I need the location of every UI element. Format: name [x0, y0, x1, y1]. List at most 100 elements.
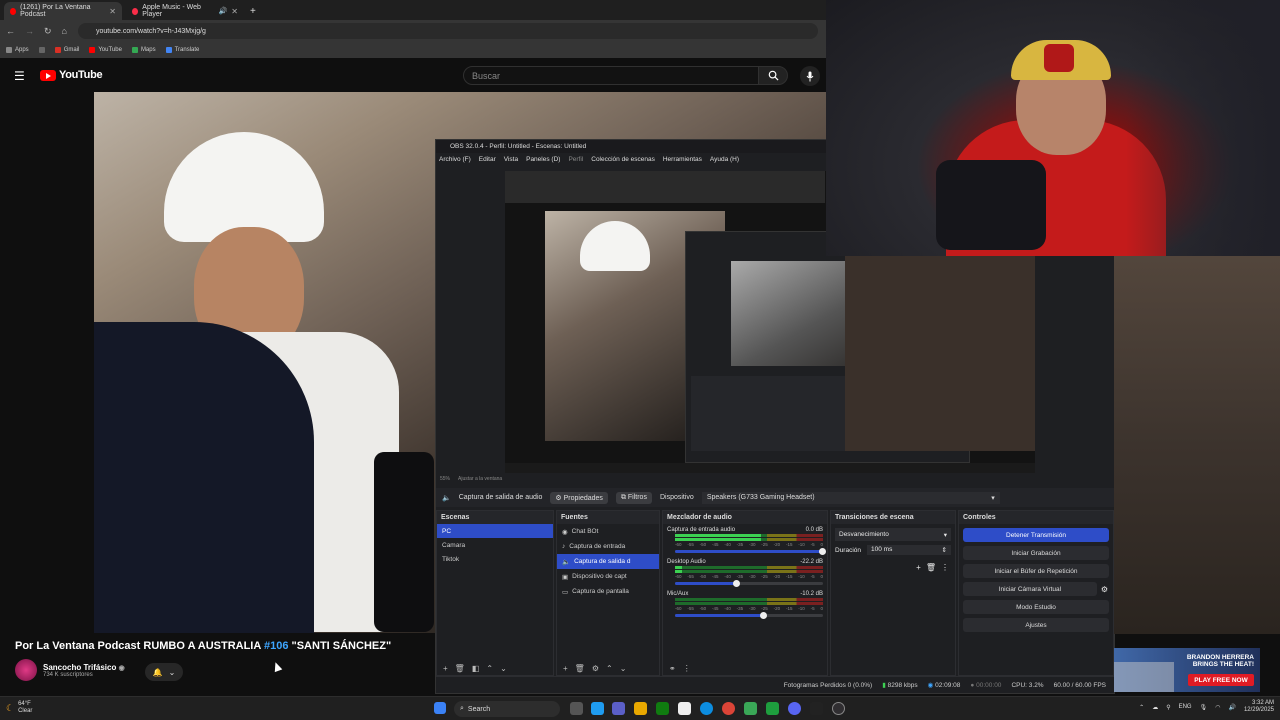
hashtag-link[interactable]: #106 — [264, 640, 288, 652]
avatar[interactable] — [15, 659, 37, 681]
menu-perfil[interactable]: Perfil — [568, 156, 583, 163]
channel-name[interactable]: Sancocho Trifásico ◉ — [43, 663, 125, 672]
zoom-level[interactable]: 55% — [440, 476, 450, 482]
menu-editar[interactable]: Editar — [479, 156, 496, 163]
app-icon[interactable] — [744, 702, 757, 715]
bookmark-gmail[interactable]: Gmail — [54, 47, 79, 53]
language-indicator[interactable]: ENG — [1179, 704, 1192, 710]
menu-vista[interactable]: Vista — [504, 156, 518, 163]
filters-button[interactable]: ⧉ Filtros — [615, 491, 652, 504]
volume-knob[interactable] — [759, 612, 767, 619]
copilot-icon[interactable] — [591, 702, 604, 715]
play-free-button[interactable]: PLAY FREE NOW — [1188, 674, 1254, 686]
edge-icon[interactable] — [700, 702, 713, 715]
tab-apple-music[interactable]: Apple Music - Web Player 🔊 ✕ — [126, 2, 244, 20]
bookmark-translate[interactable]: Translate — [165, 47, 199, 53]
studio-mode-button[interactable]: Modo Estudio — [963, 600, 1109, 614]
menu-coleccion[interactable]: Colección de escenas — [591, 156, 655, 163]
xbox-icon[interactable] — [656, 702, 669, 715]
task-view-icon[interactable] — [570, 702, 583, 715]
teams-icon[interactable] — [612, 702, 625, 715]
close-tab-icon[interactable]: ✕ — [231, 7, 238, 16]
source-item[interactable]: ▭ Captura de pantalla — [557, 584, 659, 599]
start-recording-button[interactable]: Iniciar Grabación — [963, 546, 1109, 560]
app-icon[interactable] — [766, 702, 779, 715]
filter-icon[interactable]: ◧ — [472, 664, 480, 673]
scene-item[interactable]: Camara — [437, 538, 553, 552]
volume-icon[interactable]: 🔊 — [1228, 704, 1235, 711]
voice-search-button[interactable] — [800, 66, 820, 86]
volume-slider[interactable] — [675, 548, 826, 555]
notepad-icon[interactable] — [678, 702, 691, 715]
notifications-button[interactable]: 🔔 ⌄ — [145, 663, 183, 681]
app-icon[interactable] — [810, 702, 823, 715]
ad-banner[interactable]: BRANDON HERRERA BRINGS THE HEAT! PLAY FRE… — [1114, 648, 1260, 692]
windows-start-icon[interactable] — [434, 702, 446, 714]
search-input[interactable]: Buscar — [463, 66, 759, 85]
scene-item[interactable]: PC — [437, 524, 553, 538]
settings-button[interactable]: Ajustes — [963, 618, 1109, 632]
more-icon[interactable]: ⋮ — [941, 563, 949, 572]
chrome-icon[interactable] — [722, 702, 735, 715]
weather-widget[interactable]: ☾ 64°F Clear — [6, 701, 32, 715]
menu-paneles[interactable]: Paneles (D) — [526, 156, 560, 163]
search-button[interactable] — [758, 66, 788, 85]
device-select[interactable]: Speakers (G733 Gaming Headset) ▾ — [701, 491, 1000, 504]
bookmark-maps[interactable]: Maps — [131, 47, 156, 53]
menu-ayuda[interactable]: Ayuda (H) — [710, 156, 739, 163]
url-field[interactable]: youtube.com/watch?v=h-J43Mxjg/g — [78, 23, 818, 39]
link-icon[interactable]: ⚭ — [669, 664, 676, 673]
menu-icon[interactable]: ☰ — [14, 69, 25, 83]
trash-icon[interactable]: 🗑 — [926, 563, 936, 572]
gear-icon[interactable]: ⚙ — [1101, 585, 1108, 594]
up-icon[interactable]: ⌃ — [606, 664, 613, 673]
more-icon[interactable]: ⋮ — [683, 664, 691, 673]
new-tab-button[interactable]: + — [244, 2, 258, 20]
source-item[interactable]: 🔈 Captura de salida d — [557, 554, 659, 569]
properties-button[interactable]: ⚙ Propiedades — [550, 491, 608, 504]
forward-icon[interactable]: → — [25, 26, 34, 36]
add-icon[interactable]: + — [443, 664, 448, 673]
source-item[interactable]: ◉ Chat BOt — [557, 524, 659, 539]
trash-icon[interactable]: 🗑 — [455, 664, 465, 673]
menu-archivo[interactable]: Archivo (F) — [439, 156, 471, 163]
up-icon[interactable]: ⌃ — [486, 664, 493, 673]
cloud-icon[interactable]: ☁ — [1152, 704, 1158, 711]
volume-slider[interactable] — [675, 580, 823, 587]
volume-knob[interactable] — [733, 580, 741, 587]
source-item[interactable]: ♪ Captura de entrada — [557, 539, 659, 554]
reload-icon[interactable]: ↻ — [44, 26, 52, 37]
close-tab-icon[interactable]: ✕ — [109, 7, 116, 16]
clock[interactable]: 3:32 AM 12/29/2025 — [1244, 700, 1274, 714]
back-icon[interactable]: ← — [6, 26, 15, 36]
virtual-camera-button[interactable]: Iniciar Cámara Virtual — [963, 582, 1097, 596]
mic-icon[interactable]: 🎙 — [1200, 704, 1208, 711]
bookmark-apps[interactable]: Apps — [6, 47, 29, 53]
pin-icon[interactable]: ⚲ — [1166, 704, 1170, 711]
youtube-logo[interactable]: YouTube — [40, 69, 103, 81]
down-icon[interactable]: ⌄ — [620, 664, 627, 673]
transition-select[interactable]: Desvanecimiento ▾ — [835, 528, 951, 541]
bookmark-grid[interactable] — [38, 47, 45, 53]
down-icon[interactable]: ⌄ — [500, 664, 507, 673]
replay-buffer-button[interactable]: Iniciar el Búfer de Repetición — [963, 564, 1109, 578]
bookmark-youtube[interactable]: YouTube — [89, 47, 122, 53]
home-icon[interactable]: ⌂ — [62, 26, 67, 36]
trash-icon[interactable]: 🗑 — [575, 664, 585, 673]
scene-item[interactable]: Tiktok — [437, 552, 553, 566]
chevron-up-icon[interactable]: ⌃ — [1139, 704, 1144, 711]
wifi-icon[interactable]: ◠ — [1215, 704, 1220, 711]
discord-icon[interactable] — [788, 702, 801, 715]
taskbar-search[interactable]: ⌕ Search — [454, 701, 560, 717]
menu-herramientas[interactable]: Herramientas — [663, 156, 702, 163]
gear-icon[interactable]: ⚙ — [592, 664, 599, 673]
add-icon[interactable]: + — [563, 664, 568, 673]
fit-window[interactable]: Ajustar a la ventana — [458, 476, 502, 482]
add-icon[interactable]: + — [916, 563, 921, 572]
duration-input[interactable]: 100 ms ⇕ — [867, 545, 951, 555]
tab-youtube[interactable]: (1261) Por La Ventana Podcast ✕ — [4, 2, 122, 20]
source-item[interactable]: ▣ Dispositivo de capt — [557, 569, 659, 584]
volume-slider[interactable] — [675, 612, 823, 619]
file-explorer-icon[interactable] — [634, 702, 647, 715]
volume-knob[interactable] — [819, 548, 826, 555]
